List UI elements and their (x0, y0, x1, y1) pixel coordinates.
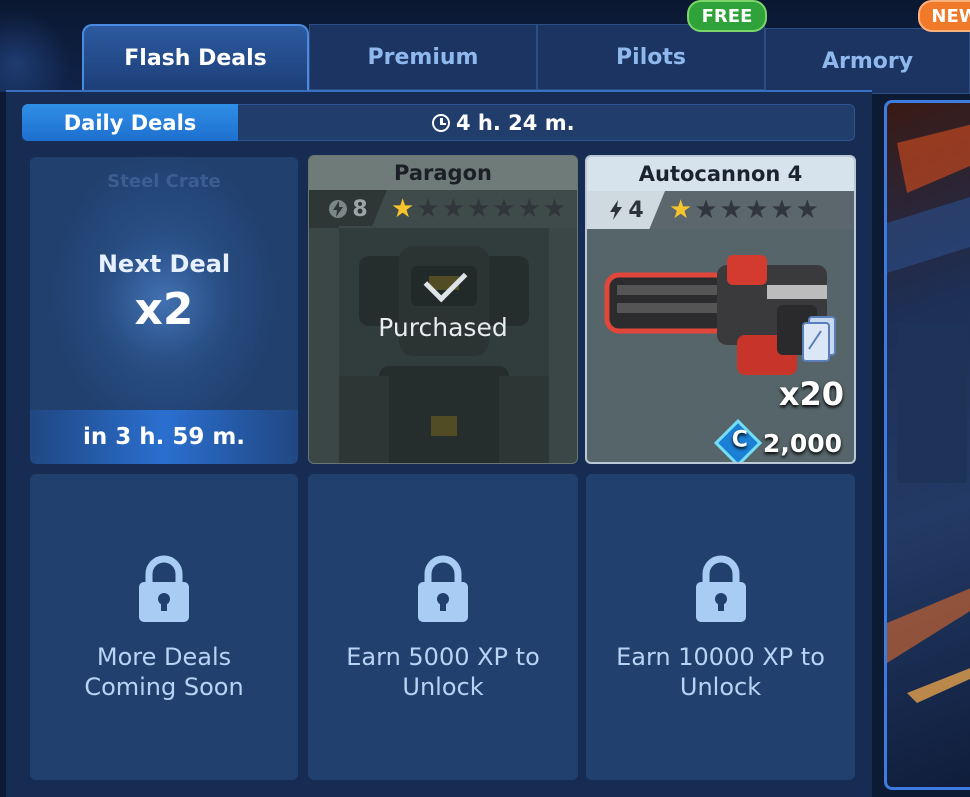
tab-flash-deals[interactable]: Flash Deals (82, 24, 309, 90)
locked-message: Earn 10000 XP to Unlock (586, 642, 855, 702)
locked-message: Earn 5000 XP to Unlock (308, 642, 578, 702)
tab-label: Pilots (616, 44, 686, 70)
daily-deals-label: Daily Deals (22, 104, 238, 141)
locked-line: Coming Soon (84, 673, 244, 701)
item-quantity: x20 (778, 375, 844, 413)
promo-preview-panel[interactable] (884, 100, 970, 790)
tab-premium[interactable]: Premium (309, 24, 537, 90)
star-icon: ★ (542, 194, 567, 224)
autocannon-deal-card[interactable]: Autocannon 4 4 ★ ★ ★ ★ ★ ★ x20 2,000 (585, 155, 856, 464)
paragon-deal-card[interactable]: Paragon 8 ★ ★ ★ ★ ★ ★ ★ Purchased (308, 155, 578, 464)
star-icon: ★ (770, 195, 794, 225)
price-button[interactable]: 2,000 (713, 418, 842, 462)
tab-label: Flash Deals (124, 45, 267, 71)
star-icon: ★ (719, 195, 743, 225)
stat-strip: 8 ★ ★ ★ ★ ★ ★ ★ (309, 190, 577, 228)
locked-line: Unlock (679, 673, 762, 701)
star-icon: ★ (517, 194, 541, 224)
next-deal-ghost-title: Steel Crate (107, 171, 221, 192)
star-icon: ★ (669, 195, 693, 225)
star-icon: ★ (416, 194, 440, 224)
lightning-icon (610, 200, 623, 220)
card-title: Autocannon 4 (587, 157, 854, 191)
lock-icon (418, 555, 468, 622)
free-badge: FREE (687, 0, 767, 32)
star-rating: ★ ★ ★ ★ ★ ★ ★ (391, 190, 566, 228)
purchased-status: Purchased (378, 313, 508, 342)
daily-deals-timer: 4 h. 24 m. (432, 104, 575, 141)
tab-label: Premium (367, 44, 479, 70)
lock-icon (139, 555, 189, 622)
power-value: 8 (352, 196, 368, 222)
promo-art (887, 124, 970, 703)
star-icon: ★ (492, 194, 516, 224)
next-deal-timer: in 3 h. 59 m. (30, 410, 298, 464)
new-badge: NEW (918, 0, 970, 32)
tab-armory[interactable]: Armory (765, 28, 970, 94)
power-rating: 8 (309, 190, 387, 228)
credits-icon (713, 418, 762, 462)
next-deal-label: Next Deal (97, 250, 231, 278)
power-icon (329, 200, 348, 218)
tab-label: Armory (821, 48, 914, 74)
stat-strip: 4 ★ ★ ★ ★ ★ ★ (587, 191, 854, 229)
next-deal-card: Steel Crate Next Deal x2 in 3 h. 59 m. (30, 157, 298, 464)
timer-text: 4 h. 24 m. (456, 110, 575, 135)
locked-line: Earn 10000 XP to (616, 643, 825, 671)
star-icon: ★ (466, 194, 491, 224)
card-title: Paragon (309, 156, 577, 190)
locked-deal-card: Earn 10000 XP to Unlock (586, 474, 855, 780)
next-deal-multiplier: x2 (134, 284, 194, 335)
star-icon: ★ (694, 195, 718, 225)
locked-line: Unlock (402, 673, 484, 701)
clock-icon (432, 113, 450, 132)
lock-icon (695, 555, 746, 622)
top-left-decoration (0, 0, 80, 92)
locked-line: More Deals (96, 643, 232, 671)
tab-pilots[interactable]: Pilots (537, 24, 765, 90)
price-value: 2,000 (762, 428, 842, 458)
locked-deal-card: Earn 5000 XP to Unlock (308, 474, 578, 780)
locked-line: Earn 5000 XP to (346, 643, 540, 671)
locked-deal-card: More Deals Coming Soon (30, 474, 298, 780)
star-icon: ★ (744, 195, 769, 225)
star-icon: ★ (441, 194, 465, 224)
power-value: 4 (628, 197, 644, 223)
star-icon: ★ (795, 195, 819, 225)
locked-message: More Deals Coming Soon (30, 642, 298, 702)
star-rating: ★ ★ ★ ★ ★ ★ (669, 191, 819, 229)
card-stack-icon (802, 316, 836, 362)
power-rating: 4 (587, 191, 665, 229)
star-icon: ★ (391, 194, 415, 224)
